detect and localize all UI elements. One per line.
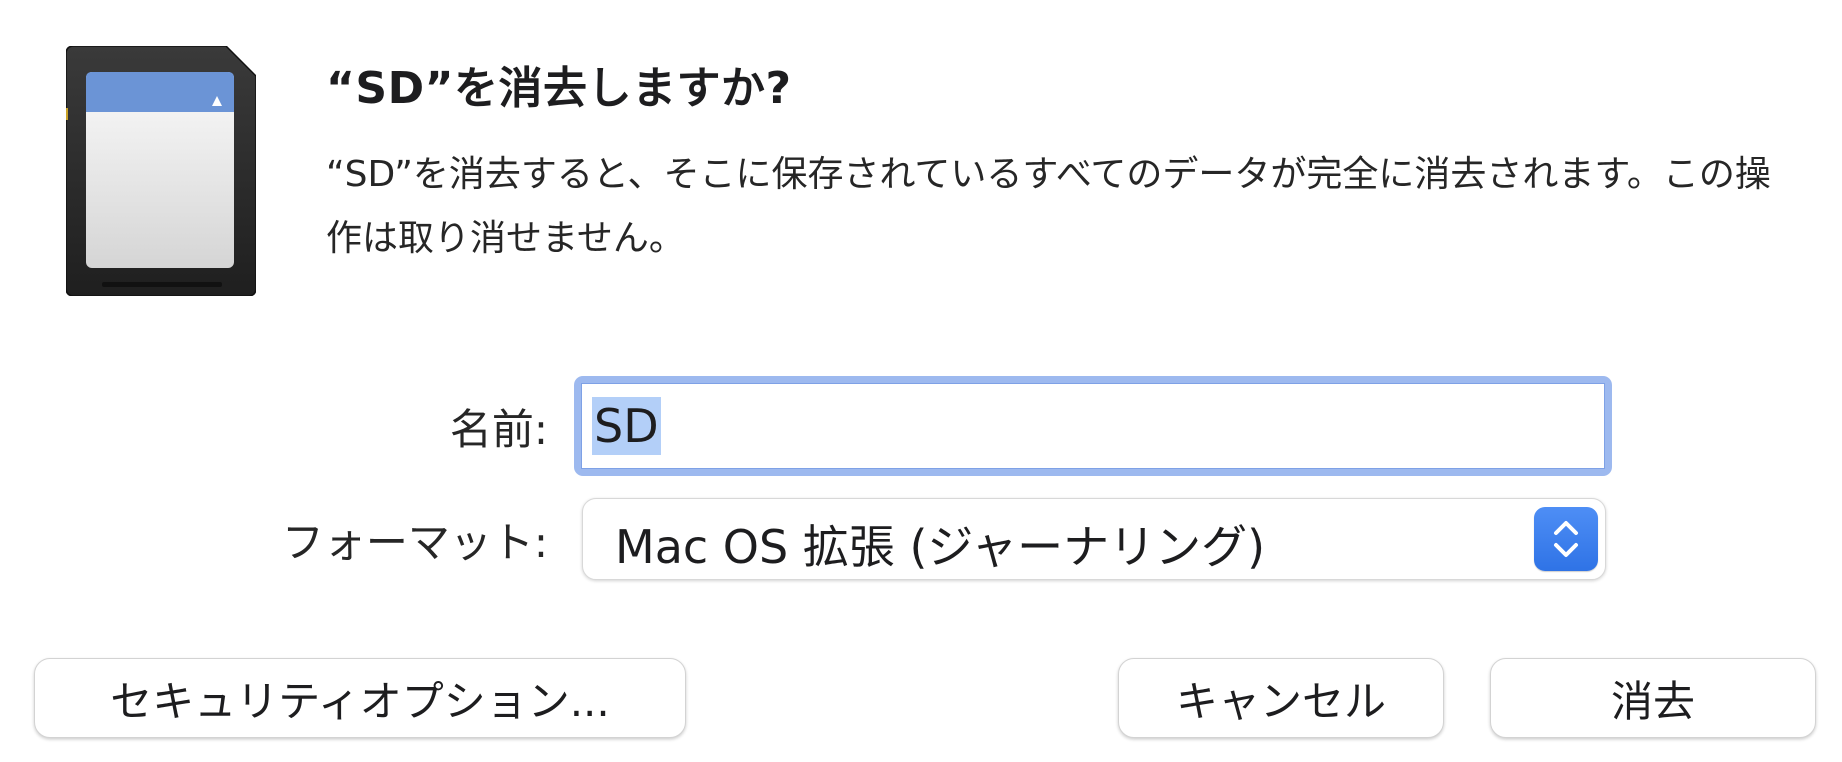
chevron-up-down-icon[interactable] <box>1534 507 1598 571</box>
name-input-selected-text: SD <box>592 397 661 455</box>
name-input[interactable]: SD <box>581 383 1605 469</box>
security-options-button[interactable]: セキュリティオプション... <box>34 658 686 738</box>
format-select-value: Mac OS 拡張 (ジャーナリング) <box>615 520 1266 574</box>
sd-card-icon <box>62 45 257 297</box>
format-label: フォーマット: <box>281 518 548 567</box>
erase-disk-dialog: “SD”を消去しますか? “SD”を消去すると、そこに保存されているすべてのデー… <box>0 0 1842 762</box>
format-select[interactable]: Mac OS 拡張 (ジャーナリング) <box>582 498 1606 580</box>
name-field[interactable]: SD <box>574 376 1612 476</box>
erase-button[interactable]: 消去 <box>1490 658 1816 738</box>
name-label: 名前: <box>449 405 548 454</box>
cancel-button[interactable]: キャンセル <box>1118 658 1444 738</box>
dialog-message: “SD”を消去すると、そこに保存されているすべてのデータが完全に消去されます。こ… <box>326 154 1771 259</box>
dialog-title: “SD”を消去しますか? <box>326 63 792 114</box>
